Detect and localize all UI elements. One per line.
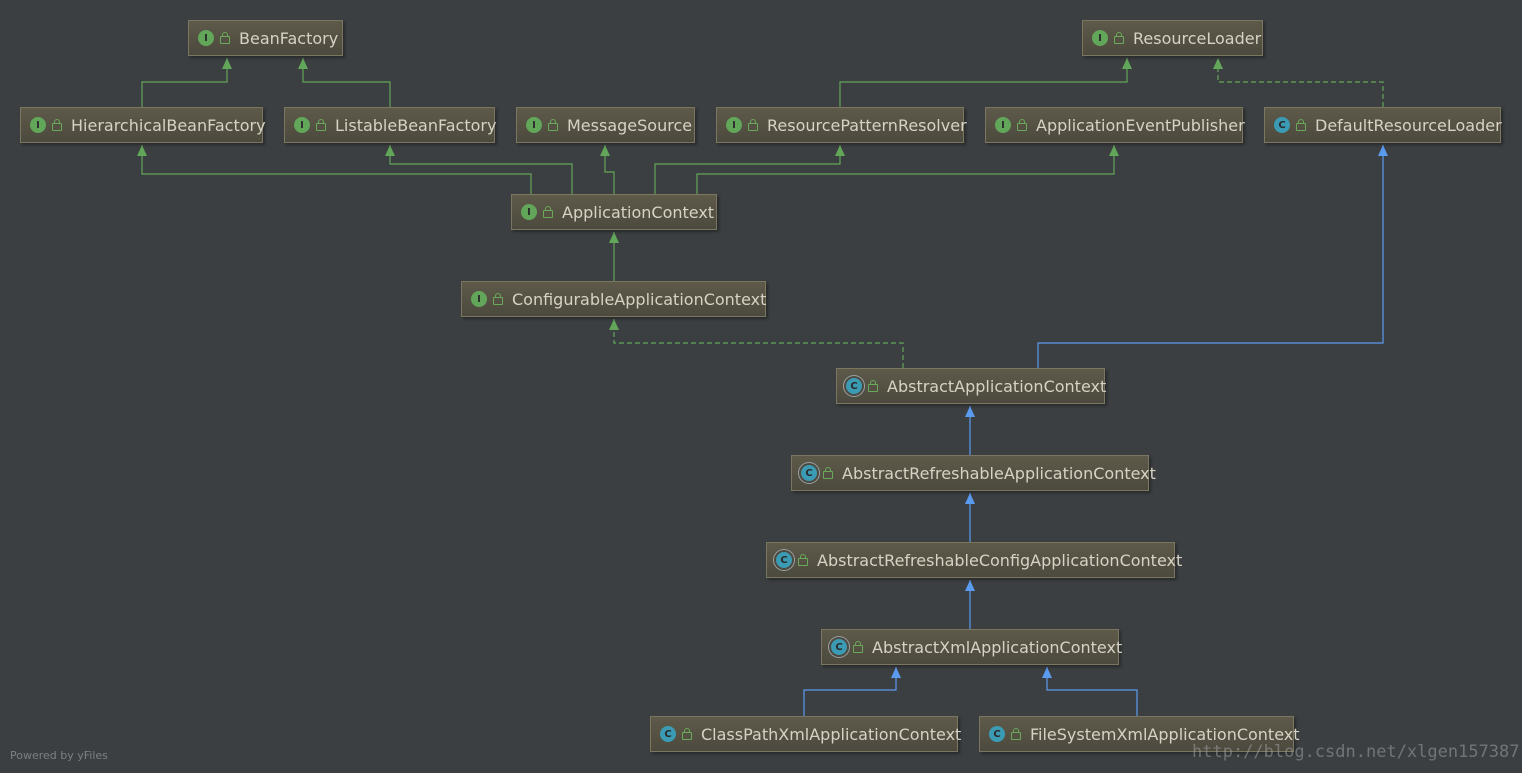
edge-aac-to-cac (613, 319, 904, 368)
edge-fsx-to-axac (1046, 667, 1138, 716)
class-node-label: ClassPathXmlApplicationContext (701, 724, 962, 744)
class-node-label: ResourceLoader (1133, 28, 1262, 48)
class-node-hbf[interactable]: I HierarchicalBeanFactory (20, 107, 266, 143)
public-access-icon (1114, 32, 1124, 44)
class-node-ac[interactable]: I ApplicationContext (511, 194, 717, 230)
abstract-class-icon: C (831, 639, 847, 655)
arrowhead-icon (137, 145, 147, 156)
class-node-cpx[interactable]: C ClassPathXmlApplicationContext (650, 716, 962, 752)
arrowhead-icon (835, 145, 845, 156)
public-access-icon (853, 641, 863, 653)
class-node-rpr[interactable]: I ResourcePatternResolver (716, 107, 967, 143)
arrowhead-icon (222, 58, 232, 69)
class-node-aep[interactable]: I ApplicationEventPublisher (985, 107, 1245, 143)
interface-icon: I (521, 204, 537, 220)
arrowhead-icon (298, 58, 308, 69)
arrowhead-icon (965, 406, 975, 417)
class-node-arac[interactable]: C AbstractRefreshableApplicationContext (791, 455, 1156, 491)
abstract-class-icon: C (801, 465, 817, 481)
arrowhead-icon (609, 232, 619, 243)
class-node-bf[interactable]: I BeanFactory (188, 20, 343, 56)
watermark: http://blog.csdn.net/xlgen157387 (1192, 742, 1520, 762)
arrowhead-icon (1042, 667, 1052, 678)
public-access-icon (1017, 119, 1027, 131)
public-access-icon (543, 206, 553, 218)
public-access-icon (1011, 728, 1021, 740)
public-access-icon (868, 380, 878, 392)
class-node-label: ListableBeanFactory (335, 115, 497, 135)
edge-ac-to-aep (696, 145, 1115, 194)
class-node-label: MessageSource (567, 115, 693, 135)
public-access-icon (52, 119, 62, 131)
class-node-label: ApplicationContext (562, 202, 715, 222)
public-access-icon (220, 32, 230, 44)
edge-rpr-to-rl (839, 58, 1128, 107)
edge-aac-to-drl (1037, 145, 1384, 368)
arrowhead-icon (609, 319, 619, 330)
class-node-label: ApplicationEventPublisher (1036, 115, 1245, 135)
interface-icon: I (995, 117, 1011, 133)
interface-icon: I (1092, 30, 1108, 46)
arrowhead-icon (965, 580, 975, 591)
edge-ac-to-hbf (141, 145, 532, 194)
edge-hbf-to-bf (141, 58, 228, 107)
interface-icon: I (526, 117, 542, 133)
class-node-lbf[interactable]: I ListableBeanFactory (284, 107, 497, 143)
class-node-label: AbstractRefreshableApplicationContext (842, 463, 1156, 483)
interface-icon: I (198, 30, 214, 46)
class-node-rl[interactable]: I ResourceLoader (1082, 20, 1263, 56)
interface-icon: I (294, 117, 310, 133)
interface-icon: I (471, 291, 487, 307)
class-node-axac[interactable]: C AbstractXmlApplicationContext (821, 629, 1123, 665)
interface-icon: I (726, 117, 742, 133)
class-node-label: BeanFactory (239, 28, 339, 48)
class-icon: C (989, 726, 1005, 742)
public-access-icon (548, 119, 558, 131)
class-node-label: ResourcePatternResolver (767, 115, 967, 135)
edge-ac-to-lbf (389, 145, 573, 194)
abstract-class-icon: C (846, 378, 862, 394)
interface-icon: I (30, 117, 46, 133)
arrowhead-icon (965, 493, 975, 504)
class-node-drl[interactable]: C DefaultResourceLoader (1264, 107, 1502, 143)
public-access-icon (316, 119, 326, 131)
class-node-label: ConfigurableApplicationContext (512, 289, 767, 309)
arrowhead-icon (600, 145, 610, 156)
public-access-icon (823, 467, 833, 479)
class-node-ms[interactable]: I MessageSource (516, 107, 695, 143)
arrowhead-icon (1109, 145, 1119, 156)
arrowhead-icon (891, 667, 901, 678)
class-node-label: AbstractXmlApplicationContext (872, 637, 1123, 657)
arrowhead-icon (385, 145, 395, 156)
class-node-arcac[interactable]: C AbstractRefreshableConfigApplicationCon… (766, 542, 1182, 578)
edge-drl-to-rl (1217, 58, 1384, 107)
public-access-icon (1296, 119, 1306, 131)
public-access-icon (493, 293, 503, 305)
footer-credit: Powered by yFiles (10, 749, 108, 762)
class-node-label: AbstractRefreshableConfigApplicationCont… (817, 550, 1183, 570)
edge-cpx-to-axac (803, 667, 897, 716)
public-access-icon (748, 119, 758, 131)
class-node-cac[interactable]: I ConfigurableApplicationContext (461, 281, 766, 317)
arrowhead-icon (1213, 58, 1223, 69)
class-icon: C (1274, 117, 1290, 133)
arrowhead-icon (1122, 58, 1132, 69)
class-node-label: DefaultResourceLoader (1315, 115, 1502, 135)
public-access-icon (682, 728, 692, 740)
edge-ac-to-rpr (654, 145, 841, 194)
class-node-label: FileSystemXmlApplicationContext (1030, 724, 1300, 744)
arrowhead-icon (1378, 145, 1388, 156)
class-node-aac[interactable]: C AbstractApplicationContext (836, 368, 1107, 404)
class-node-label: AbstractApplicationContext (887, 376, 1107, 396)
public-access-icon (798, 554, 808, 566)
class-icon: C (660, 726, 676, 742)
abstract-class-icon: C (776, 552, 792, 568)
class-node-label: HierarchicalBeanFactory (71, 115, 266, 135)
edge-lbf-to-bf (302, 58, 391, 107)
